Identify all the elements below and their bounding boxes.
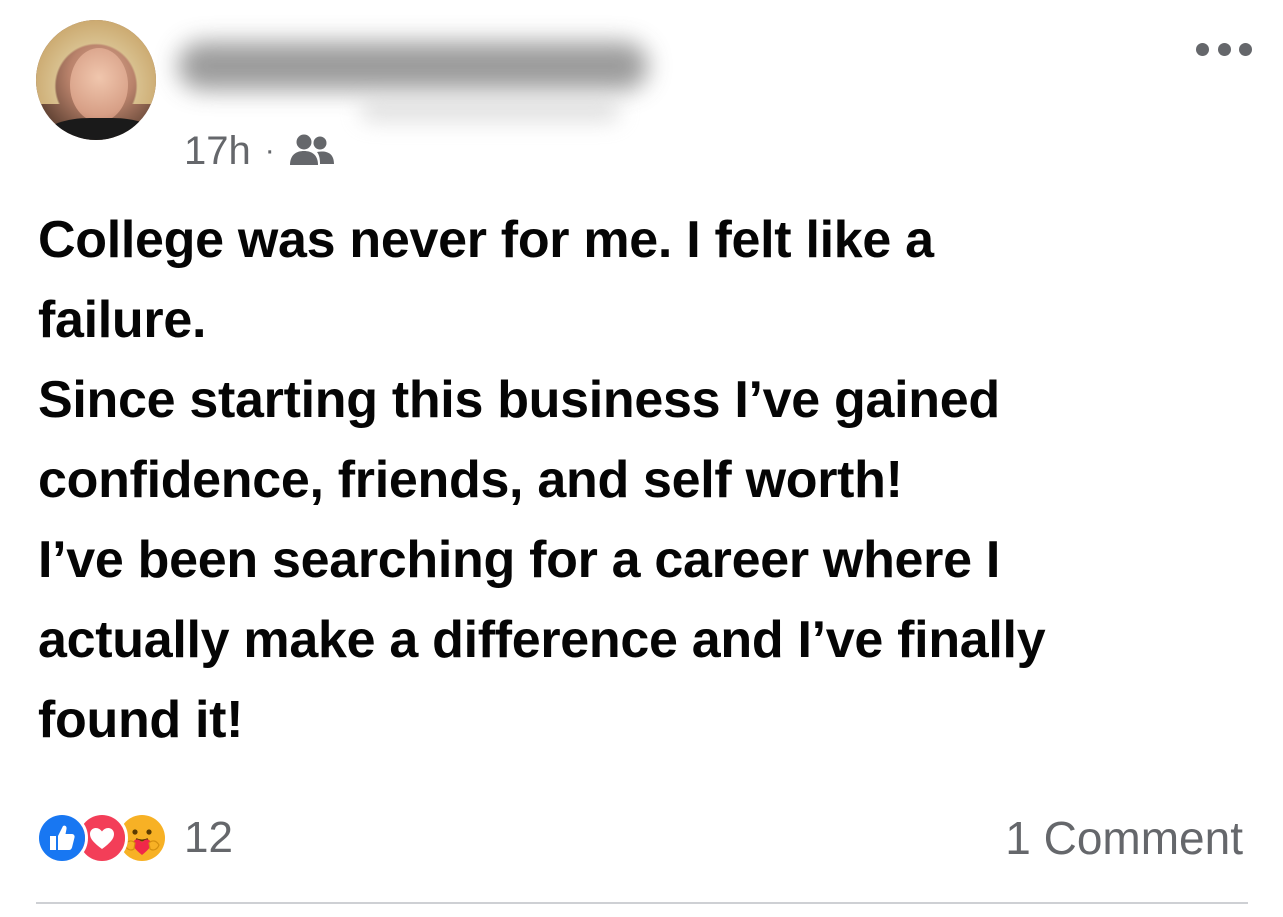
more-options-icon[interactable] bbox=[1196, 38, 1252, 60]
meta-separator: · bbox=[264, 134, 275, 167]
more-dot bbox=[1239, 42, 1252, 56]
author-avatar[interactable] bbox=[36, 20, 156, 140]
avatar-face bbox=[70, 48, 128, 122]
post-body-line: confidence, friends, and self worth! bbox=[38, 451, 903, 509]
post-body-line: College was never for me. I felt like a bbox=[38, 211, 934, 269]
like-icon bbox=[36, 812, 88, 864]
reaction-count[interactable]: 12 bbox=[184, 813, 233, 863]
redaction-smudge bbox=[360, 100, 620, 122]
more-dot bbox=[1217, 42, 1231, 56]
post-body-line: found it! bbox=[38, 691, 244, 749]
more-dot bbox=[1196, 42, 1209, 56]
post-timestamp[interactable]: 17h bbox=[184, 129, 251, 174]
post-body: College was never for me. I felt like a … bbox=[38, 200, 1238, 760]
post-body-line: I’ve been searching for a career where I bbox=[38, 531, 1001, 589]
post-body-line: actually make a difference and I’ve fina… bbox=[38, 611, 1046, 669]
post-divider bbox=[36, 902, 1248, 904]
post-body-line: failure. bbox=[38, 291, 207, 349]
reactions-summary[interactable]: 12 bbox=[36, 810, 233, 866]
post-meta: 17h · bbox=[184, 128, 337, 174]
post-body-line: Since starting this business I’ve gained bbox=[38, 371, 1000, 429]
comments-count-link[interactable]: 1 Comment bbox=[1005, 810, 1243, 866]
friends-icon[interactable] bbox=[287, 131, 337, 171]
avatar-shirt bbox=[46, 118, 156, 140]
feed-post: 17h · College was never for me. I felt l… bbox=[0, 0, 1283, 917]
author-name-redacted[interactable] bbox=[178, 42, 648, 90]
